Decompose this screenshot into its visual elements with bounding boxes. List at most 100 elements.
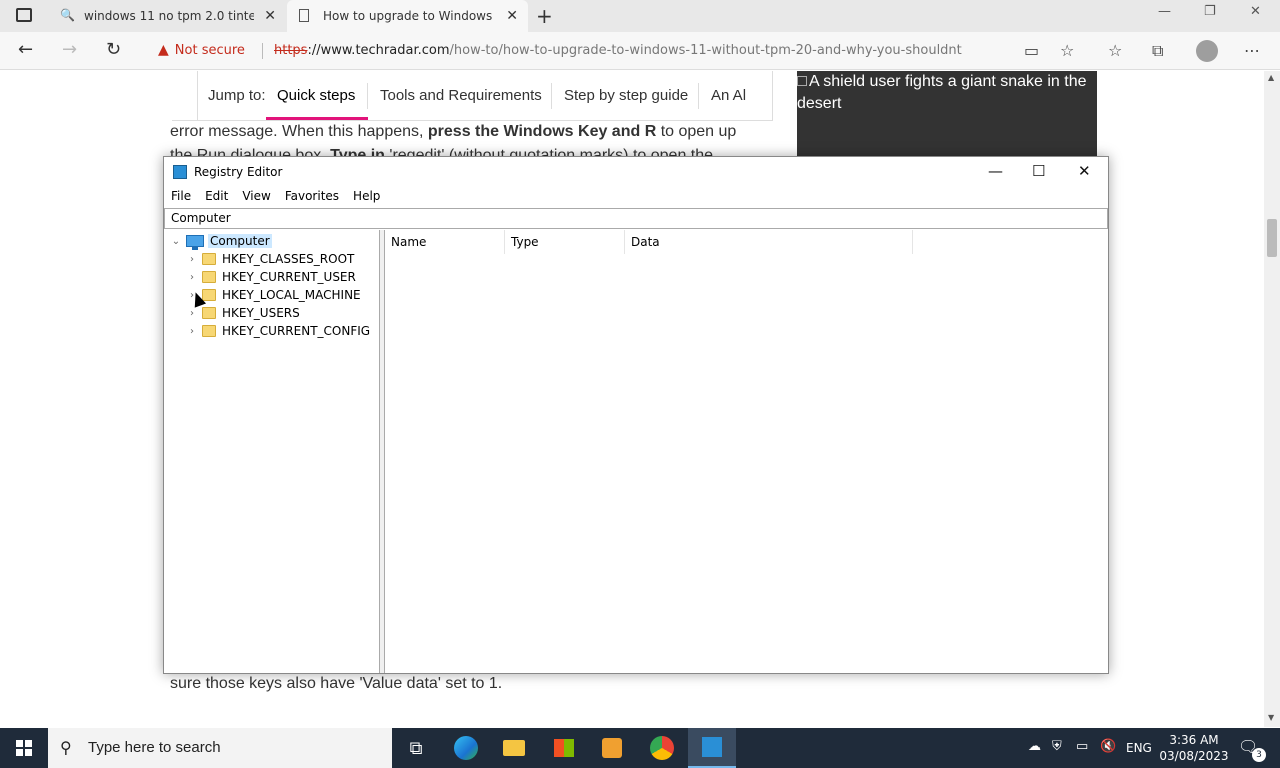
tree-item-hku[interactable]: › HKEY_USERS (186, 304, 300, 322)
chevron-right-icon[interactable]: › (186, 254, 198, 265)
tab-search[interactable]: 🔍 windows 11 no tpm 2.0 tinte.vn - ✕ (48, 0, 286, 32)
edge-icon[interactable] (442, 728, 490, 768)
task-view-icon[interactable]: ⧉ (392, 728, 440, 768)
url-path: /how-to/how-to-upgrade-to-windows-11-wit… (449, 43, 962, 58)
chrome-logo (650, 736, 674, 760)
divider (262, 43, 263, 59)
jump-alternative[interactable]: An Al (711, 87, 761, 104)
folder-icon (202, 271, 216, 283)
restore-icon[interactable]: ❐ (1204, 4, 1216, 19)
language-indicator[interactable]: ENG (1126, 741, 1152, 755)
browser-tab-strip: 🔍 windows 11 no tpm 2.0 tinte.vn - ✕ How… (0, 0, 1280, 32)
folder-icon (202, 253, 216, 265)
close-window-icon[interactable]: ✕ (1250, 4, 1261, 19)
menu-favorites[interactable]: Favorites (278, 187, 346, 207)
chevron-right-icon[interactable]: › (186, 272, 198, 283)
new-tab-icon[interactable]: + (536, 4, 553, 28)
scroll-down-icon[interactable]: ▼ (1268, 713, 1274, 722)
page-scrollbar[interactable]: ▲ ▼ (1264, 71, 1280, 727)
url-scheme: https (274, 43, 308, 58)
minimize-icon[interactable]: — (1158, 4, 1171, 19)
tab-actions-icon[interactable] (16, 8, 32, 22)
menu-view[interactable]: View (235, 187, 277, 207)
reader-mode-icon[interactable]: ▭ (1024, 41, 1039, 60)
jump-to-bar: Jump to: Quick steps Tools and Requireme… (197, 71, 773, 121)
notification-count-badge: 3 (1252, 748, 1266, 762)
forward-icon[interactable]: → (62, 40, 77, 60)
tree-item-hkcu[interactable]: › HKEY_CURRENT_USER (186, 268, 356, 286)
jump-step-guide[interactable]: Step by step guide (564, 87, 688, 104)
tree-item-label: HKEY_USERS (222, 306, 300, 320)
weather-icon[interactable]: ☁ (1028, 739, 1041, 754)
article-text-part: error message. When this happens, (170, 123, 428, 140)
search-icon: ⚲ (60, 738, 72, 757)
not-secure-label: Not secure (174, 42, 245, 58)
clock[interactable]: 3:36 AM 03/08/2023 (1158, 732, 1230, 764)
volume-muted-icon[interactable]: 🔇 (1100, 739, 1116, 754)
profile-avatar[interactable] (1196, 40, 1218, 62)
menu-edit[interactable]: Edit (198, 187, 235, 207)
tree-item-hkcr[interactable]: › HKEY_CLASSES_ROOT (186, 250, 354, 268)
menu-help[interactable]: Help (346, 187, 387, 207)
add-favorite-icon[interactable]: ☆ (1060, 41, 1074, 60)
address-bar-row: ← → ↻ ▲ Not secure https://www.techradar… (0, 32, 1280, 70)
tree-item-hkcc[interactable]: › HKEY_CURRENT_CONFIG (186, 322, 370, 340)
taskbar-search[interactable]: ⚲ Type here to search (48, 728, 392, 768)
tree-item-label: HKEY_CLASSES_ROOT (222, 252, 355, 266)
regedit-taskbar-icon[interactable] (688, 728, 736, 768)
refresh-icon[interactable]: ↻ (106, 40, 121, 60)
back-icon[interactable]: ← (18, 40, 33, 60)
article-bold-text: press the Windows Key and R (427, 123, 657, 140)
start-button[interactable] (0, 728, 48, 768)
warning-icon: ▲ (158, 42, 169, 58)
search-icon: 🔍 (60, 8, 75, 22)
close-tab-icon[interactable]: ✕ (264, 8, 276, 24)
not-secure-indicator[interactable]: ▲ Not secure (158, 42, 245, 58)
menu-file[interactable]: File (164, 187, 198, 207)
computer-icon (186, 235, 204, 250)
sidebar-image[interactable]: A shield user fights a giant snake in th… (797, 71, 1097, 161)
media-shape (602, 738, 622, 758)
chevron-right-icon[interactable]: › (186, 326, 198, 337)
security-icon[interactable]: ⛨ (1052, 739, 1062, 754)
regedit-address-bar[interactable]: Computer (164, 208, 1108, 229)
column-header-name[interactable]: Name (385, 230, 505, 254)
folder-shape (503, 740, 525, 756)
column-header-type[interactable]: Type (505, 230, 625, 254)
article-text-bottom: sure those keys also have 'Value data' s… (170, 675, 503, 692)
registry-values-list: Name Type Data (385, 230, 1108, 673)
edge-logo (454, 736, 478, 760)
tree-item-computer[interactable]: ⌄ Computer (170, 232, 272, 250)
tab-techradar[interactable]: How to upgrade to Windows 11 ✕ (287, 0, 528, 32)
network-icon[interactable]: ▭ (1076, 739, 1088, 754)
chrome-icon[interactable] (638, 728, 686, 768)
close-icon[interactable]: ✕ (1078, 162, 1091, 180)
minimize-icon[interactable]: — (988, 162, 1003, 180)
column-header-data[interactable]: Data (625, 230, 913, 254)
regedit-titlebar[interactable]: Registry Editor — ☐ ✕ (164, 157, 1108, 187)
more-menu-icon[interactable]: ⋯ (1244, 41, 1260, 60)
file-explorer-icon[interactable] (490, 728, 538, 768)
url-field[interactable]: https://www.techradar.com/how-to/how-to-… (274, 43, 962, 58)
scroll-thumb[interactable] (1267, 219, 1277, 257)
maximize-icon[interactable]: ☐ (1032, 162, 1045, 180)
scroll-up-icon[interactable]: ▲ (1268, 73, 1274, 82)
media-app-icon[interactable] (588, 728, 636, 768)
collections-icon[interactable]: ⧉ (1152, 41, 1163, 61)
close-tab-icon[interactable]: ✕ (506, 8, 518, 24)
chevron-down-icon[interactable]: ⌄ (170, 236, 182, 247)
regedit-title: Registry Editor (194, 165, 283, 179)
image-alt-text: A shield user fights a giant snake in th… (797, 73, 1087, 112)
clock-time: 3:36 AM (1169, 733, 1219, 747)
favorites-icon[interactable]: ☆ (1108, 41, 1122, 60)
jump-quick-steps[interactable]: Quick steps (277, 87, 355, 104)
tree-item-label: Computer (208, 234, 272, 248)
divider (172, 71, 197, 121)
divider (698, 83, 699, 109)
folder-icon (202, 325, 216, 337)
store-icon[interactable] (540, 728, 588, 768)
jump-tools[interactable]: Tools and Requirements (380, 87, 542, 104)
store-bag-shape (554, 739, 574, 757)
chevron-right-icon[interactable]: › (186, 308, 198, 319)
tree-item-hklm[interactable]: › HKEY_LOCAL_MACHINE (186, 286, 361, 304)
